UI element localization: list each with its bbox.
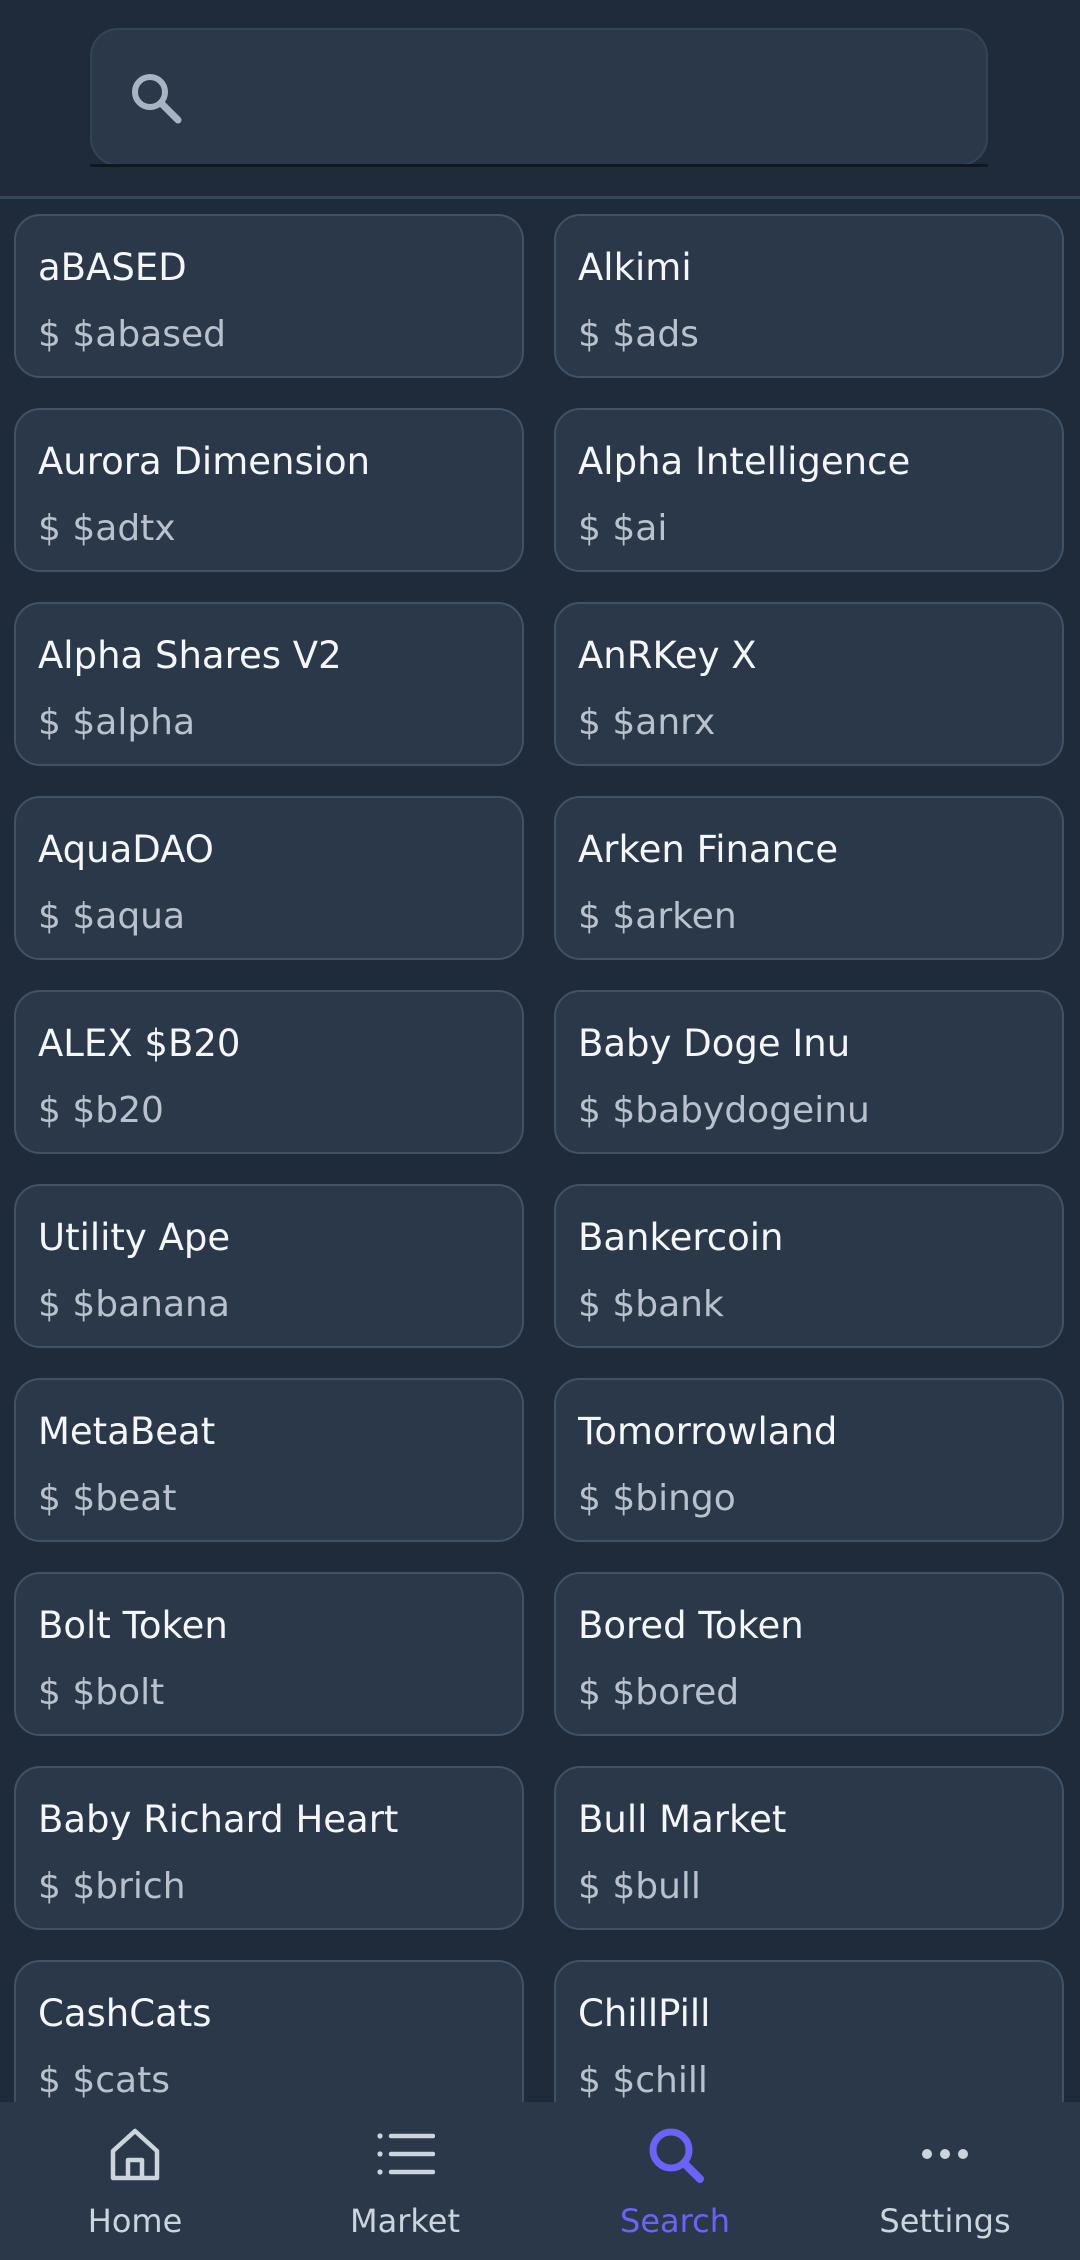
list-icon: [375, 2124, 436, 2184]
token-symbol: $ $bull: [578, 1866, 701, 1907]
token-grid: aBASED $ $abased Alkimi $ $ads Aurora Di…: [14, 214, 1066, 2124]
token-symbol: $ $anrx: [578, 702, 716, 743]
token-symbol: $ $ads: [578, 314, 699, 355]
nav-item-settings[interactable]: Settings: [810, 2102, 1080, 2260]
token-card[interactable]: AnRKey X $ $anrx: [554, 602, 1064, 766]
home-icon: [105, 2124, 165, 2184]
nav-label-search: Search: [620, 2202, 730, 2240]
token-symbol: $ $alpha: [38, 702, 196, 743]
token-card[interactable]: Baby Richard Heart $ $brich: [14, 1766, 524, 1930]
search-input[interactable]: [200, 52, 964, 142]
token-symbol: $ $bank: [578, 1284, 724, 1325]
nav-label-home: Home: [87, 2202, 183, 2240]
token-symbol: $ $ai: [578, 508, 668, 549]
token-symbol: $ $bored: [578, 1672, 740, 1713]
search-icon: [128, 70, 184, 126]
search-icon: [645, 2124, 705, 2184]
search-screen: aBASED $ $abased Alkimi $ $ads Aurora Di…: [0, 0, 1080, 2260]
token-symbol: $ $brich: [38, 1866, 186, 1907]
header-divider: [0, 196, 1080, 199]
token-symbol: $ $adtx: [38, 508, 176, 549]
token-name: aBASED: [38, 246, 187, 289]
token-symbol: $ $abased: [38, 314, 226, 355]
token-name: Alpha Shares V2: [38, 634, 342, 677]
token-name: ChillPill: [578, 1992, 711, 2035]
token-name: Baby Richard Heart: [38, 1798, 399, 1841]
token-card[interactable]: Tomorrowland $ $bingo: [554, 1378, 1064, 1542]
token-name: Tomorrowland: [578, 1410, 838, 1453]
token-card[interactable]: Alkimi $ $ads: [554, 214, 1064, 378]
token-card[interactable]: Aurora Dimension $ $adtx: [14, 408, 524, 572]
nav-item-search[interactable]: Search: [540, 2102, 810, 2260]
token-card[interactable]: ALEX $B20 $ $b20: [14, 990, 524, 1154]
token-symbol: $ $beat: [38, 1478, 177, 1519]
token-name: Alkimi: [578, 246, 692, 289]
token-name: AnRKey X: [578, 634, 757, 677]
token-card[interactable]: AquaDAO $ $aqua: [14, 796, 524, 960]
nav-label-market: Market: [350, 2202, 460, 2240]
search-header: [0, 0, 1080, 199]
bottom-navigation: Home Market Search Settings: [0, 2102, 1080, 2260]
token-card[interactable]: Bolt Token $ $bolt: [14, 1572, 524, 1736]
token-name: Alpha Intelligence: [578, 440, 911, 483]
token-card[interactable]: Bored Token $ $bored: [554, 1572, 1064, 1736]
more-horizontal-icon: [915, 2124, 975, 2184]
search-box-underline: [90, 164, 988, 167]
token-name: Bolt Token: [38, 1604, 228, 1647]
token-name: Aurora Dimension: [38, 440, 371, 483]
token-card[interactable]: Bankercoin $ $bank: [554, 1184, 1064, 1348]
token-card[interactable]: Bull Market $ $bull: [554, 1766, 1064, 1930]
token-name: CashCats: [38, 1992, 212, 2035]
token-symbol: $ $chill: [578, 2060, 708, 2101]
token-symbol: $ $banana: [38, 1284, 230, 1325]
token-card[interactable]: Alpha Intelligence $ $ai: [554, 408, 1064, 572]
token-symbol: $ $bingo: [578, 1478, 736, 1519]
token-name: Arken Finance: [578, 828, 839, 871]
token-symbol: $ $b20: [38, 1090, 164, 1131]
token-card[interactable]: Arken Finance $ $arken: [554, 796, 1064, 960]
token-card[interactable]: ChillPill $ $chill: [554, 1960, 1064, 2124]
token-card[interactable]: aBASED $ $abased: [14, 214, 524, 378]
token-name: Utility Ape: [38, 1216, 231, 1259]
token-name: ALEX $B20: [38, 1022, 241, 1065]
token-symbol: $ $aqua: [38, 896, 186, 937]
token-card[interactable]: Utility Ape $ $banana: [14, 1184, 524, 1348]
token-symbol: $ $cats: [38, 2060, 170, 2101]
nav-label-settings: Settings: [879, 2202, 1011, 2240]
token-name: Baby Doge Inu: [578, 1022, 851, 1065]
nav-item-home[interactable]: Home: [0, 2102, 270, 2260]
token-name: MetaBeat: [38, 1410, 216, 1453]
token-symbol: $ $arken: [578, 896, 737, 937]
token-card[interactable]: Baby Doge Inu $ $babydogeinu: [554, 990, 1064, 1154]
token-card[interactable]: CashCats $ $cats: [14, 1960, 524, 2124]
token-card[interactable]: Alpha Shares V2 $ $alpha: [14, 602, 524, 766]
token-name: Bankercoin: [578, 1216, 784, 1259]
token-name: Bored Token: [578, 1604, 804, 1647]
nav-item-market[interactable]: Market: [270, 2102, 540, 2260]
token-symbol: $ $babydogeinu: [578, 1090, 870, 1131]
token-symbol: $ $bolt: [38, 1672, 165, 1713]
token-card[interactable]: MetaBeat $ $beat: [14, 1378, 524, 1542]
token-name: AquaDAO: [38, 828, 214, 871]
token-name: Bull Market: [578, 1798, 787, 1841]
